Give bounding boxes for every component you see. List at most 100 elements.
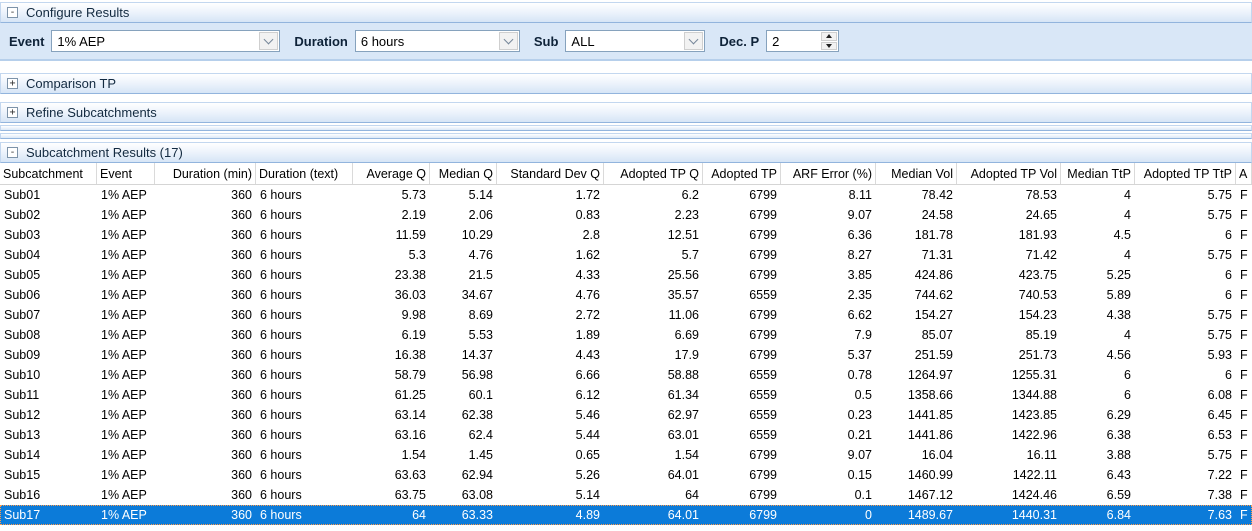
table-cell: Sub04 xyxy=(0,248,97,262)
table-cell: 0.1 xyxy=(781,488,876,502)
column-header[interactable]: Duration (text) xyxy=(256,163,353,184)
collapse-icon[interactable]: - xyxy=(7,147,18,158)
column-header[interactable]: Duration (min) xyxy=(155,163,256,184)
decimal-places-input[interactable]: 2 xyxy=(766,30,839,52)
table-cell: 5.89 xyxy=(1061,288,1135,302)
column-header[interactable]: Median TtP xyxy=(1061,163,1135,184)
table-cell: 1.45 xyxy=(430,448,497,462)
table-cell: F xyxy=(1236,288,1252,302)
expand-icon[interactable]: + xyxy=(7,107,18,118)
splitter-strip[interactable] xyxy=(0,133,1252,139)
table-row[interactable]: Sub141% AEP3606 hours1.541.450.651.54679… xyxy=(0,445,1252,465)
table-cell: 14.37 xyxy=(430,348,497,362)
chevron-down-icon xyxy=(503,34,513,44)
table-row[interactable]: Sub071% AEP3606 hours9.988.692.7211.0667… xyxy=(0,305,1252,325)
table-row[interactable]: Sub021% AEP3606 hours2.192.060.832.23679… xyxy=(0,205,1252,225)
column-header[interactable]: Subcatchment xyxy=(0,163,97,184)
table-cell: 62.97 xyxy=(604,408,703,422)
table-cell: 1422.96 xyxy=(957,428,1061,442)
table-row[interactable]: Sub041% AEP3606 hours5.34.761.625.767998… xyxy=(0,245,1252,265)
panel-header-comparison-tp[interactable]: + Comparison TP xyxy=(0,73,1252,94)
column-header[interactable]: Adopted TP Q xyxy=(604,163,703,184)
column-header[interactable]: Adopted TP Vol xyxy=(957,163,1061,184)
panel-header-subcatchment-results[interactable]: - Subcatchment Results (17) xyxy=(0,142,1252,163)
column-header[interactable]: ARF Error (%) xyxy=(781,163,876,184)
table-cell: 2.23 xyxy=(604,208,703,222)
column-header[interactable]: Standard Dev Q xyxy=(497,163,604,184)
table-cell: Sub13 xyxy=(0,428,97,442)
table-cell: 63.14 xyxy=(353,408,430,422)
spin-down-button[interactable] xyxy=(821,42,837,51)
panel-header-refine-subcatchments[interactable]: + Refine Subcatchments xyxy=(0,102,1252,123)
table-cell: 1% AEP xyxy=(97,328,155,342)
table-cell: 6.45 xyxy=(1135,408,1236,422)
dropdown-arrow-button[interactable] xyxy=(259,32,278,50)
table-cell: 1% AEP xyxy=(97,208,155,222)
table-cell: F xyxy=(1236,308,1252,322)
table-cell: 1% AEP xyxy=(97,308,155,322)
column-header[interactable]: Median Vol xyxy=(876,163,957,184)
table-cell: 64.01 xyxy=(604,508,703,522)
table-cell: 6 hours xyxy=(256,488,353,502)
table-row[interactable]: Sub151% AEP3606 hours63.6362.945.2664.01… xyxy=(0,465,1252,485)
expand-icon[interactable]: + xyxy=(7,78,18,89)
table-row[interactable]: Sub031% AEP3606 hours11.5910.292.812.516… xyxy=(0,225,1252,245)
table-cell: 71.31 xyxy=(876,248,957,262)
splitter-strip[interactable] xyxy=(0,125,1252,131)
column-header[interactable]: Adopted TP TtP xyxy=(1135,163,1236,184)
duration-dropdown[interactable]: 6 hours xyxy=(355,30,520,52)
event-dropdown-value: 1% AEP xyxy=(57,34,105,49)
column-header[interactable]: Adopted TP xyxy=(703,163,781,184)
dropdown-arrow-button[interactable] xyxy=(499,32,518,50)
table-row[interactable]: Sub061% AEP3606 hours36.0334.674.7635.57… xyxy=(0,285,1252,305)
table-cell: 154.23 xyxy=(957,308,1061,322)
table-cell: 423.75 xyxy=(957,268,1061,282)
table-row[interactable]: Sub111% AEP3606 hours61.2560.16.1261.346… xyxy=(0,385,1252,405)
dropdown-arrow-button[interactable] xyxy=(684,32,703,50)
table-cell: F xyxy=(1236,448,1252,462)
table-cell: 1467.12 xyxy=(876,488,957,502)
table-cell: 1% AEP xyxy=(97,468,155,482)
table-cell: 4.56 xyxy=(1061,348,1135,362)
sub-dropdown[interactable]: ALL xyxy=(565,30,705,52)
table-cell: 744.62 xyxy=(876,288,957,302)
table-cell: 6.2 xyxy=(604,188,703,202)
table-row[interactable]: Sub051% AEP3606 hours23.3821.54.3325.566… xyxy=(0,265,1252,285)
table-row[interactable]: Sub081% AEP3606 hours6.195.531.896.69679… xyxy=(0,325,1252,345)
table-cell: 2.19 xyxy=(353,208,430,222)
table-cell: 360 xyxy=(155,468,256,482)
table-cell: 6.59 xyxy=(1061,488,1135,502)
table-row[interactable]: Sub091% AEP3606 hours16.3814.374.4317.96… xyxy=(0,345,1252,365)
table-cell: 0.21 xyxy=(781,428,876,442)
table-cell: 360 xyxy=(155,288,256,302)
decimal-places-label: Dec. P xyxy=(719,34,759,49)
table-row[interactable]: Sub131% AEP3606 hours63.1662.45.4463.016… xyxy=(0,425,1252,445)
event-dropdown[interactable]: 1% AEP xyxy=(51,30,280,52)
column-header[interactable]: Event xyxy=(97,163,155,184)
table-cell: 24.58 xyxy=(876,208,957,222)
table-cell: 4 xyxy=(1061,248,1135,262)
table-cell: 61.25 xyxy=(353,388,430,402)
table-row[interactable]: Sub121% AEP3606 hours63.1462.385.4662.97… xyxy=(0,405,1252,425)
table-cell: 8.27 xyxy=(781,248,876,262)
table-row[interactable]: Sub161% AEP3606 hours63.7563.085.1464679… xyxy=(0,485,1252,505)
panel-header-configure-results[interactable]: - Configure Results xyxy=(0,2,1252,23)
collapse-icon[interactable]: - xyxy=(7,7,18,18)
table-cell: 6.36 xyxy=(781,228,876,242)
table-row[interactable]: Sub171% AEP3606 hours6463.334.8964.01679… xyxy=(0,505,1252,525)
column-header[interactable]: Average Q xyxy=(353,163,430,184)
column-header[interactable]: A xyxy=(1236,163,1252,184)
column-header[interactable]: Median Q xyxy=(430,163,497,184)
table-cell: Sub02 xyxy=(0,208,97,222)
table-cell: 6 hours xyxy=(256,328,353,342)
panel-title: Comparison TP xyxy=(26,76,116,91)
table-cell: 251.59 xyxy=(876,348,957,362)
spin-up-button[interactable] xyxy=(821,32,837,41)
table-row[interactable]: Sub101% AEP3606 hours58.7956.986.6658.88… xyxy=(0,365,1252,385)
table-cell: 63.16 xyxy=(353,428,430,442)
panel-title: Refine Subcatchments xyxy=(26,105,157,120)
table-cell: 6799 xyxy=(703,328,781,342)
table-row[interactable]: Sub011% AEP3606 hours5.735.141.726.26799… xyxy=(0,185,1252,205)
table-cell: 6.38 xyxy=(1061,428,1135,442)
table-cell: 3.88 xyxy=(1061,448,1135,462)
